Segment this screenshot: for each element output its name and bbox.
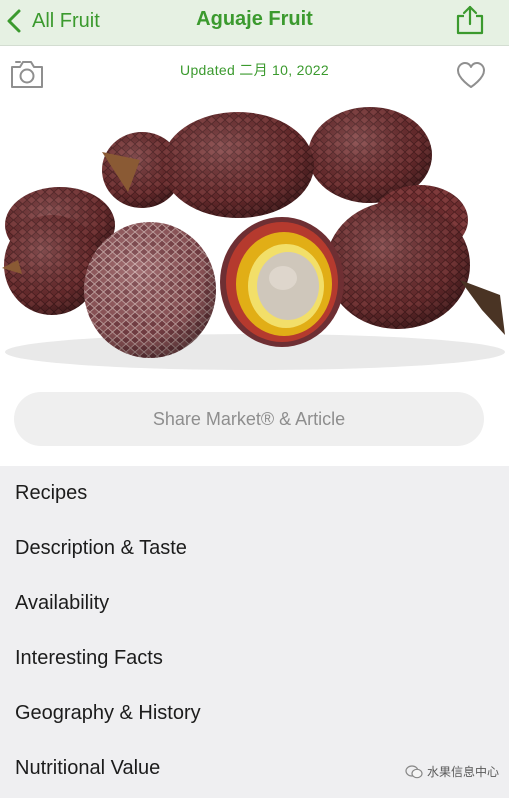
share-icon[interactable] <box>453 4 487 36</box>
share-article-button[interactable]: Share Market® & Article <box>14 392 484 446</box>
fruit-photo <box>2 107 505 370</box>
menu-item-interesting-facts[interactable]: Interesting Facts <box>0 631 509 686</box>
section-menu: Recipes Description & Taste Availability… <box>0 466 509 798</box>
heart-icon[interactable] <box>455 60 487 90</box>
menu-item-availability[interactable]: Availability <box>0 576 509 631</box>
page-title: Aguaje Fruit <box>196 8 313 30</box>
watermark: 水果信息中心 <box>405 763 499 780</box>
menu-item-geography-history[interactable]: Geography & History <box>0 686 509 741</box>
menu-item-description-taste[interactable]: Description & Taste <box>0 521 509 576</box>
menu-item-recipes[interactable]: Recipes <box>0 466 509 521</box>
navigation-bar: All Fruit Aguaje Fruit <box>0 0 509 46</box>
wechat-icon <box>405 764 423 778</box>
watermark-text: 水果信息中心 <box>426 765 499 779</box>
updated-date: Updated 二月 10, 2022 <box>180 62 329 78</box>
